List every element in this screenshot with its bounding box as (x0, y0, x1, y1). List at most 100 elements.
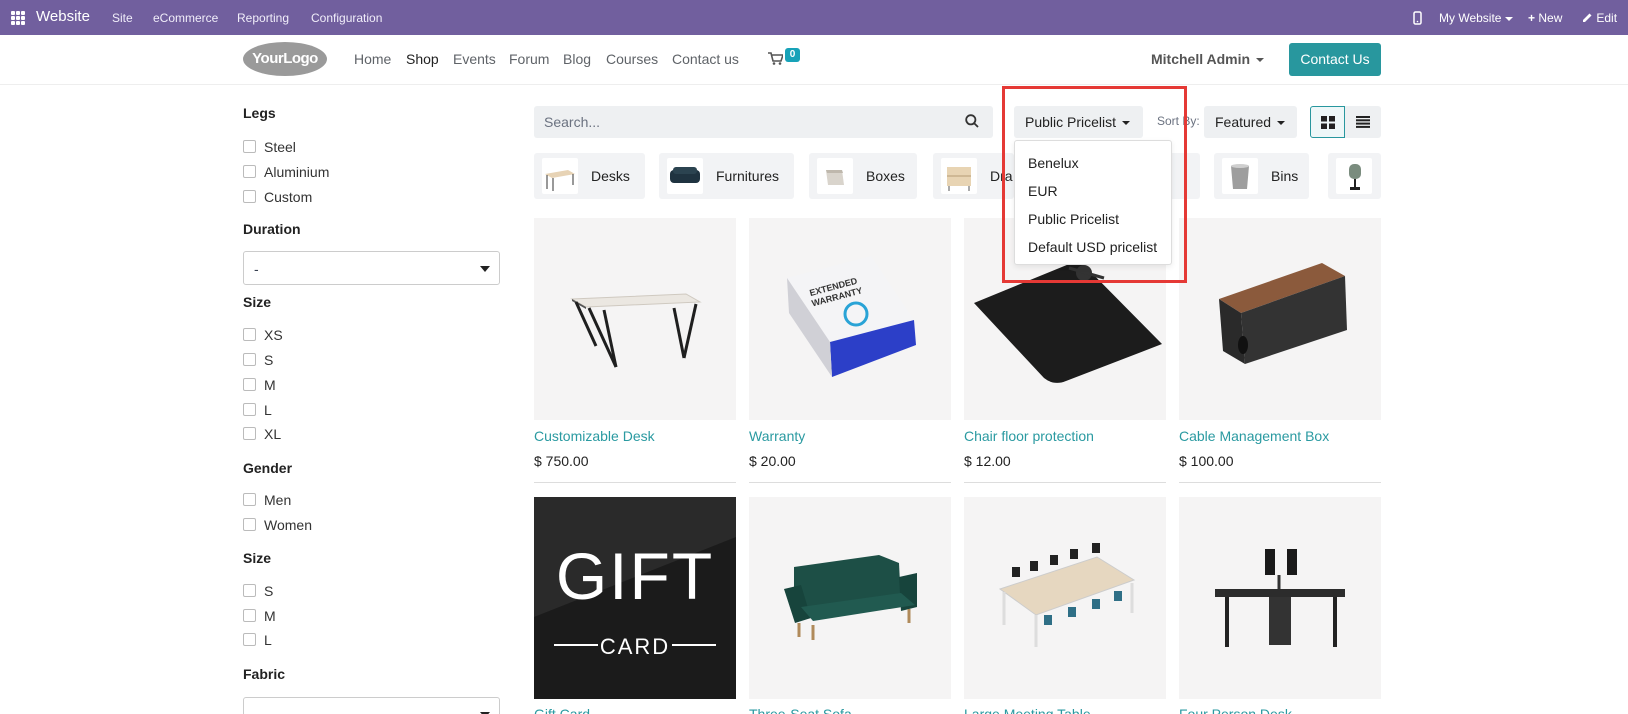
product-name[interactable]: Warranty (749, 428, 805, 444)
checkbox[interactable] (243, 328, 256, 341)
menu-ecommerce[interactable]: eCommerce (153, 11, 218, 25)
apps-grid-icon[interactable] (11, 11, 25, 25)
category-label: Boxes (866, 168, 905, 184)
search-icon[interactable] (965, 114, 979, 128)
nav-blog[interactable]: Blog (563, 51, 591, 67)
category-boxes[interactable]: Boxes (809, 153, 917, 199)
product-name[interactable]: Three-Seat Sofa (749, 706, 852, 714)
user-menu[interactable]: Mitchell Admin (1151, 51, 1265, 67)
product-price: $ 100.00 (1179, 453, 1234, 469)
app-brand[interactable]: Website (36, 8, 90, 25)
list-view-button[interactable] (1345, 106, 1381, 138)
category-label: Dra (990, 168, 1013, 184)
plus-icon: + (1528, 11, 1536, 25)
checkbox[interactable] (243, 493, 256, 506)
gift-card-big-text: GIFT (555, 539, 715, 613)
divider (1179, 482, 1381, 483)
new-button[interactable]: + New (1528, 11, 1562, 25)
pricelist-option-eur[interactable]: EUR (1028, 183, 1058, 199)
checkbox[interactable] (243, 165, 256, 178)
product-name[interactable]: Four Person Desk (1179, 706, 1292, 714)
category-lamps[interactable] (1328, 153, 1381, 199)
filter-fabric-title: Fabric (243, 666, 286, 682)
duration-select[interactable]: - (243, 251, 500, 285)
menu-reporting[interactable]: Reporting (237, 11, 289, 25)
product-image-desk[interactable] (534, 218, 736, 420)
option-label: Women (264, 517, 312, 533)
checkbox[interactable] (243, 584, 256, 597)
search-input[interactable]: Search... (544, 114, 600, 130)
category-desks[interactable]: Desks (534, 153, 645, 199)
category-bins[interactable]: Bins (1214, 153, 1309, 199)
product-name[interactable]: Customizable Desk (534, 428, 655, 444)
category-furnitures[interactable]: Furnitures (659, 153, 794, 199)
filter-gender-title: Gender (243, 460, 293, 476)
sort-by-label: Sort By: (1157, 114, 1200, 128)
checkbox[interactable] (243, 190, 256, 203)
product-name[interactable]: Large Meeting Table (964, 706, 1091, 714)
product-image-sofa[interactable] (749, 497, 951, 699)
option-label: S (264, 352, 274, 368)
pricelist-dropdown-button[interactable]: Public Pricelist (1014, 106, 1143, 138)
chevron-down-icon (1122, 121, 1131, 126)
category-label: Furnitures (716, 168, 780, 184)
checkbox[interactable] (243, 140, 256, 153)
filter-duration-title: Duration (243, 221, 301, 237)
product-search-bar[interactable]: Search... (534, 106, 993, 138)
menu-configuration[interactable]: Configuration (311, 11, 382, 25)
category-thumbnail (817, 158, 853, 194)
checkbox[interactable] (243, 378, 256, 391)
menu-site[interactable]: Site (112, 11, 133, 25)
product-name[interactable]: Cable Management Box (1179, 428, 1329, 444)
nav-courses[interactable]: Courses (606, 51, 658, 67)
checkbox[interactable] (243, 427, 256, 440)
nav-contact-us[interactable]: Contact us (672, 51, 739, 67)
mobile-preview-icon[interactable] (1413, 11, 1422, 25)
product-image-meeting-table[interactable] (964, 497, 1166, 699)
category-label: Desks (591, 168, 630, 184)
product-image-cable-box[interactable] (1179, 218, 1381, 420)
nav-shop[interactable]: Shop (406, 51, 439, 67)
checkbox[interactable] (243, 633, 256, 646)
product-name[interactable]: Gift Card (534, 706, 590, 714)
edit-button[interactable]: Edit (1582, 11, 1617, 25)
option-label: S (264, 583, 274, 599)
pricelist-option-public[interactable]: Public Pricelist (1028, 211, 1119, 227)
product-image-warranty[interactable]: EXTENDED WARRANTY (749, 218, 951, 420)
site-logo[interactable]: YourLogo (243, 42, 327, 76)
contact-us-button[interactable]: Contact Us (1289, 43, 1381, 76)
checkbox[interactable] (243, 609, 256, 622)
option-label: L (264, 402, 272, 418)
new-label: New (1538, 11, 1563, 25)
divider (964, 482, 1166, 483)
pricelist-option-benelux[interactable]: Benelux (1028, 155, 1079, 171)
pricelist-dropdown-menu: Benelux EUR Public Pricelist Default USD… (1014, 140, 1172, 265)
product-image-gift-card[interactable]: GIFT CARD (534, 497, 736, 699)
pricelist-option-default-usd[interactable]: Default USD pricelist (1028, 239, 1157, 255)
product-image-four-person-desk[interactable] (1179, 497, 1381, 699)
cart-icon[interactable] (768, 52, 783, 65)
option-label: Custom (264, 189, 313, 205)
option-label: M (264, 377, 276, 393)
my-website-dropdown[interactable]: My Website (1439, 11, 1514, 25)
category-drawers[interactable]: Dra (933, 153, 1014, 199)
fabric-select[interactable]: - (243, 697, 500, 714)
my-website-label: My Website (1439, 11, 1502, 25)
gift-card-small-text: CARD (599, 634, 671, 659)
option-label: Steel (264, 139, 296, 155)
pricelist-label: Public Pricelist (1025, 114, 1117, 130)
product-price: $ 20.00 (749, 453, 796, 469)
sort-dropdown-button[interactable]: Featured (1204, 106, 1297, 138)
category-thumbnail (1336, 158, 1372, 194)
filter-size2-title: Size (243, 550, 272, 566)
nav-forum[interactable]: Forum (509, 51, 549, 67)
checkbox[interactable] (243, 403, 256, 416)
nav-events[interactable]: Events (453, 51, 496, 67)
product-name[interactable]: Chair floor protection (964, 428, 1094, 444)
grid-view-button[interactable] (1310, 106, 1345, 138)
checkbox[interactable] (243, 353, 256, 366)
checkbox[interactable] (243, 518, 256, 531)
product-price: $ 750.00 (534, 453, 589, 469)
nav-home[interactable]: Home (354, 51, 391, 67)
logo-text: YourLogo (252, 50, 318, 67)
